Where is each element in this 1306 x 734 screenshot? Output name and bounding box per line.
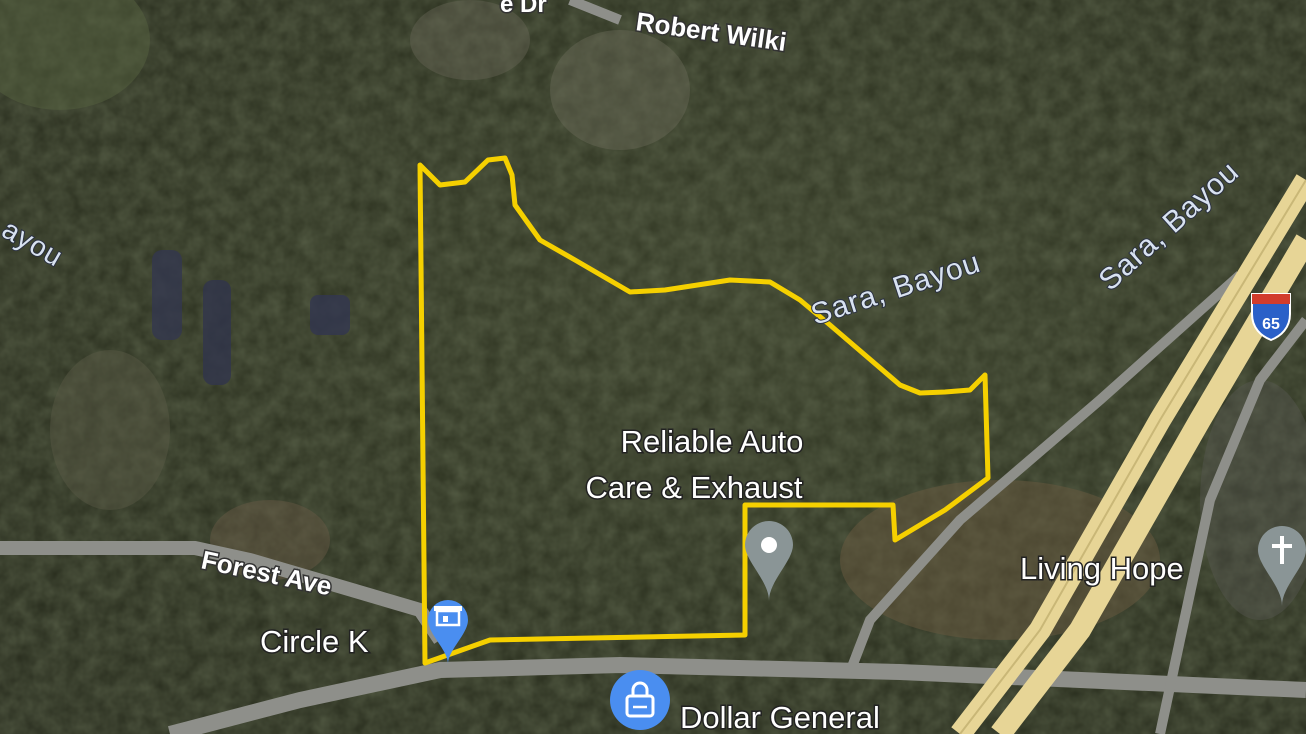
interstate-shield-icon: 65: [1251, 293, 1291, 342]
church-pin-icon[interactable]: [1258, 526, 1306, 606]
shopping-bag-pin-icon[interactable]: [610, 670, 670, 730]
store-pin-icon[interactable]: [428, 600, 468, 664]
satellite-map[interactable]: Robert Wilki e Dr Forest Ave ayou Sara, …: [0, 0, 1306, 734]
place-pin-icon[interactable]: [745, 521, 793, 601]
pins-layer: 65: [428, 293, 1306, 730]
interstate-shield-number: 65: [1262, 316, 1280, 333]
